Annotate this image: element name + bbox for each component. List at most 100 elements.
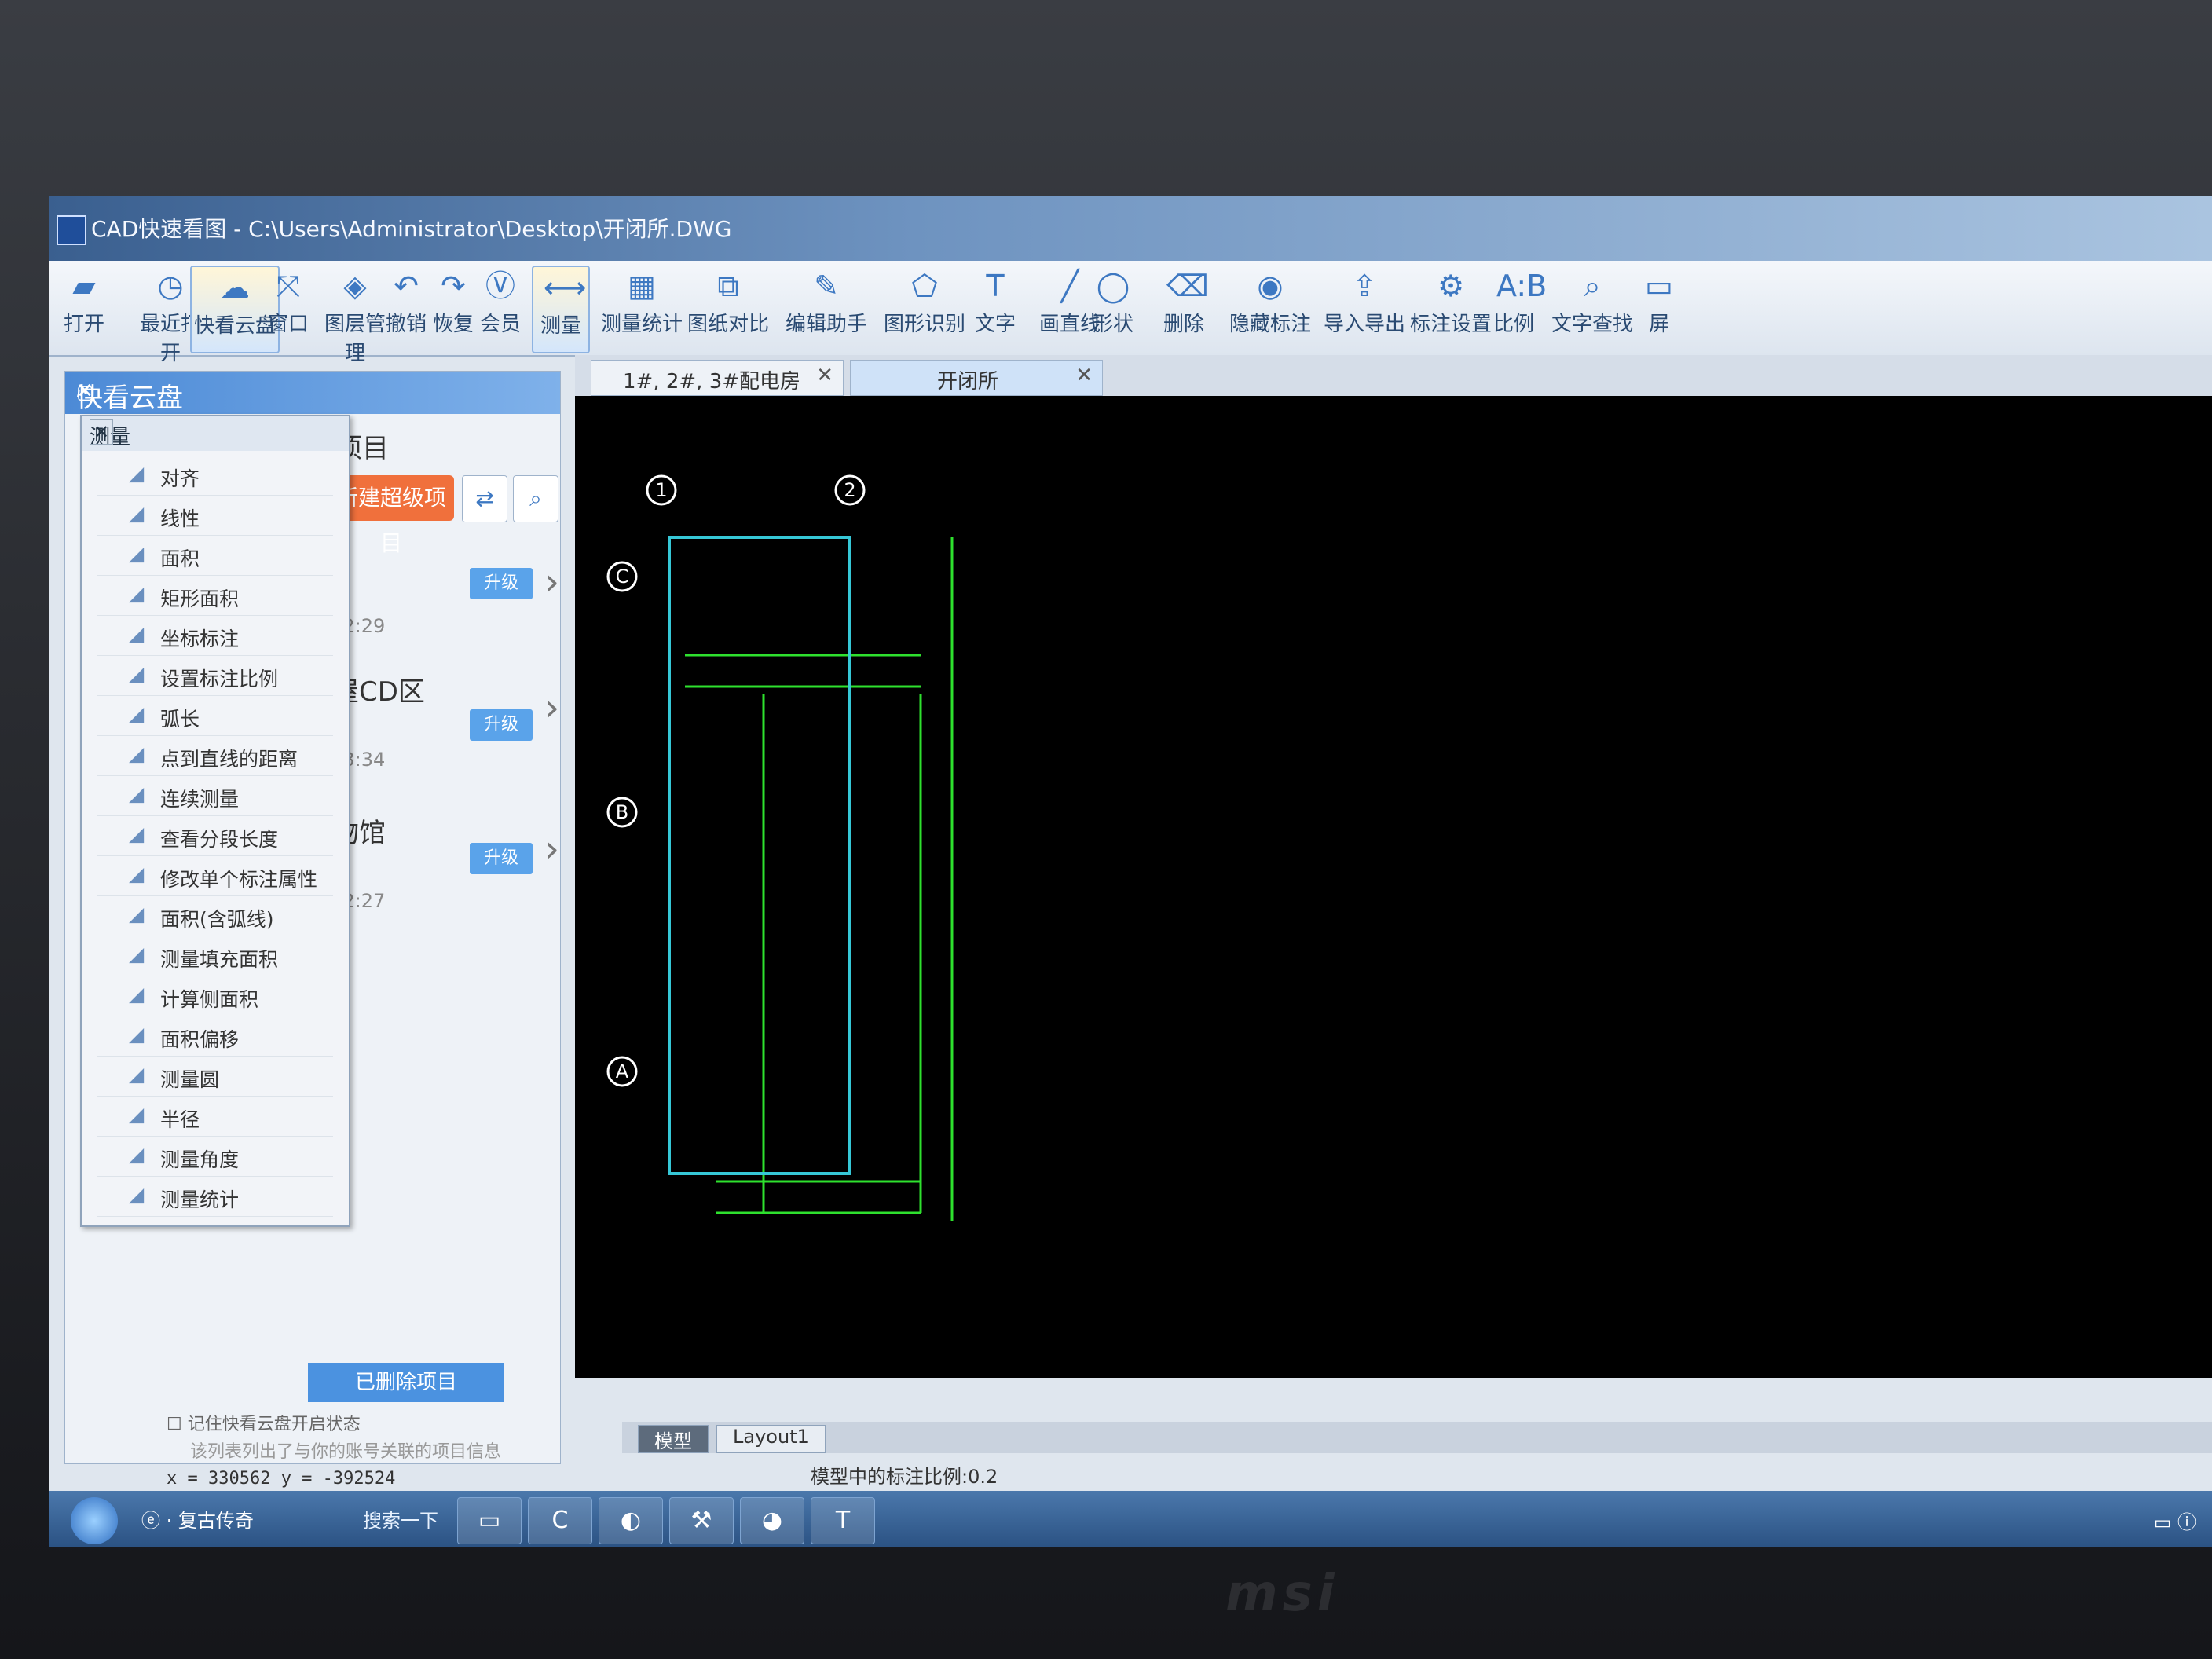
ribbon-button-23[interactable]: ▭ 屏: [1635, 266, 1683, 350]
tool-icon[interactable]: ⚒: [669, 1497, 734, 1544]
text-app-icon[interactable]: T: [811, 1497, 875, 1544]
ribbon-label: 编辑助手: [785, 313, 867, 336]
measure-menu-item[interactable]: ◢ 弧长: [97, 696, 333, 736]
tab-peidianfang[interactable]: 1#, 2#, 3#配电房 ✕: [591, 360, 844, 396]
ribbon-button-13[interactable]: ⬠ 图形识别: [881, 266, 968, 350]
measure-tool-icon: ◢: [129, 1063, 145, 1086]
measure-menu-item[interactable]: ◢ 测量角度: [97, 1137, 333, 1177]
measure-menu-item[interactable]: ◢ 计算侧面积: [97, 976, 333, 1016]
window-title: CAD快速看图 - C:\Users\Administrator\Desktop…: [91, 216, 732, 242]
tab-label: 开闭所: [937, 370, 999, 394]
ribbon-button-1[interactable]: ▰ 打开: [57, 266, 112, 350]
ribbon-label: 恢复: [432, 313, 474, 336]
find-text-icon: ⌕: [1584, 269, 1601, 303]
project-item[interactable]: 物馆 升级 :42:27 ›: [324, 811, 560, 937]
clock-icon: ◷: [157, 269, 184, 303]
measure-menu-item[interactable]: ◢ 设置标注比例: [97, 656, 333, 696]
ribbon-button-8[interactable]: Ⓥ 会员: [473, 266, 528, 350]
ribbon-button-11[interactable]: ⧉ 图纸对比: [685, 266, 771, 350]
measure-menu-item[interactable]: ◢ 坐标标注: [97, 616, 333, 656]
project-item[interactable]: 升级 :42:29 ›: [324, 529, 560, 654]
cad-app-icon[interactable]: C: [528, 1497, 592, 1544]
shape-recognize-icon: ⬠: [911, 269, 938, 303]
measure-menu-label: 设置标注比例: [160, 668, 279, 690]
taskbar-ie-item[interactable]: ⓔ · 复古传奇: [141, 1505, 254, 1533]
measure-menu-item[interactable]: ◢ 矩形面积: [97, 576, 333, 616]
measure-menu-item[interactable]: ◢ 半径: [97, 1097, 333, 1137]
ribbon-button-4[interactable]: ⤧ 窗口: [261, 266, 316, 350]
measure-menu-item[interactable]: ◢ 测量填充面积: [97, 936, 333, 976]
measure-menu-item[interactable]: ◢ 面积: [97, 536, 333, 576]
remember-checkbox[interactable]: ☐ 记住快看云盘开启状态: [167, 1410, 361, 1435]
close-icon[interactable]: ✕: [816, 364, 833, 387]
measure-menu-item[interactable]: ◢ 面积(含弧线): [97, 896, 333, 936]
upgrade-button[interactable]: 升级: [470, 843, 533, 874]
upgrade-button[interactable]: 升级: [470, 709, 533, 741]
ribbon-label: 文字查找: [1551, 313, 1633, 336]
ribbon-button-20[interactable]: ⚙ 标注设置: [1408, 266, 1494, 350]
close-icon[interactable]: ✕: [1075, 364, 1093, 387]
folder-icon: ▰: [72, 269, 96, 303]
measure-tool-icon: ◢: [129, 502, 145, 525]
tab-layout1[interactable]: Layout1: [716, 1425, 826, 1453]
document-tabs: 1#, 2#, 3#配电房 ✕ 开闭所 ✕: [575, 355, 2212, 396]
measure-menu-label: 半径: [160, 1108, 200, 1131]
cloud-icon: ☁: [220, 270, 250, 305]
measure-menu-item[interactable]: ◢ 修改单个标注属性: [97, 856, 333, 896]
measure-menu-label: 查看分段长度: [160, 828, 279, 851]
ribbon-button-21[interactable]: A:B 比例: [1486, 266, 1547, 350]
measure-menu-item[interactable]: ◢ 点到直线的距离: [97, 736, 333, 776]
vip-icon: Ⓥ: [485, 269, 515, 303]
chevron-right-icon[interactable]: ›: [544, 827, 559, 871]
ribbon-button-22[interactable]: ⌕ 文字查找: [1549, 266, 1635, 350]
upgrade-button[interactable]: 升级: [470, 568, 533, 599]
chevron-right-icon[interactable]: ›: [544, 560, 559, 604]
tab-kaibisuo[interactable]: 开闭所 ✕: [850, 360, 1103, 396]
drawing-canvas[interactable]: 1 2 C B A: [575, 396, 2212, 1378]
ribbon-label: 删除: [1163, 313, 1204, 336]
measure-tool-icon: ◢: [129, 742, 145, 765]
screen: CAD快速看图 - C:\Users\Administrator\Desktop…: [49, 196, 2212, 1547]
measure-menu-item[interactable]: ◢ 对齐: [97, 456, 333, 496]
measure-menu-label: 连续测量: [160, 788, 240, 811]
measure-tool-icon: ◢: [129, 822, 145, 845]
measure-tool-icon: ◢: [129, 983, 145, 1005]
ribbon-button-17[interactable]: ⌫ 删除: [1156, 266, 1211, 350]
measure-menu-label: 面积: [160, 548, 200, 570]
close-icon[interactable]: ✕: [90, 419, 113, 445]
measure-menu-item[interactable]: ◢ 连续测量: [97, 776, 333, 816]
search-icon[interactable]: ⌕: [513, 475, 558, 522]
start-button[interactable]: [71, 1497, 118, 1544]
ribbon-label: 比例: [1492, 313, 1534, 336]
measure-menu-item[interactable]: ◢ 面积偏移: [97, 1016, 333, 1057]
status-bar: 模型中的标注比例:0.2: [575, 1453, 2212, 1491]
taskbar-search[interactable]: 搜索一下: [363, 1505, 438, 1533]
ribbon-button-10[interactable]: ▦ 测量统计: [599, 266, 685, 350]
project-item[interactable]: 屋CD区 升级 :13:34 ›: [324, 670, 560, 796]
ribbon-button-16[interactable]: ◯ 形状: [1086, 266, 1141, 350]
chevron-right-icon[interactable]: ›: [544, 686, 559, 730]
system-tray[interactable]: ▭ ⓘ: [2154, 1507, 2196, 1534]
ribbon-button-14[interactable]: T 文字: [968, 266, 1023, 350]
tab-model[interactable]: 模型: [638, 1425, 709, 1453]
ribbon-button-18[interactable]: ◉ 隐藏标注: [1227, 266, 1313, 350]
grid-label-1: 1: [655, 479, 667, 501]
cad-drawing: 1 2 C B A: [606, 474, 954, 1221]
annotation-settings-icon: ⚙: [1437, 269, 1465, 303]
deleted-projects-button[interactable]: 已删除项目: [308, 1363, 504, 1402]
sync-icon[interactable]: ⇄: [462, 475, 507, 522]
ribbon-button-9[interactable]: ⟷ 测量: [532, 266, 590, 353]
measure-menu-item[interactable]: ◢ 测量圆: [97, 1057, 333, 1097]
browser-icon[interactable]: ◐: [599, 1497, 663, 1544]
measure-menu-item[interactable]: ◢ 测量统计: [97, 1177, 333, 1217]
explorer-icon[interactable]: ▭: [457, 1497, 522, 1544]
measure-tool-icon: ◢: [129, 782, 145, 805]
wechat-icon[interactable]: ◕: [740, 1497, 804, 1544]
close-icon[interactable]: ✕: [76, 379, 548, 403]
ribbon-button-12[interactable]: ✎ 编辑助手: [771, 266, 881, 350]
eraser-icon: ⌫: [1166, 269, 1209, 303]
measure-menu-item[interactable]: ◢ 查看分段长度: [97, 816, 333, 856]
measure-menu-item[interactable]: ◢ 线性: [97, 496, 333, 536]
ribbon-button-19[interactable]: ⇪ 导入导出: [1321, 266, 1408, 350]
measure-menu-label: 测量填充面积: [160, 948, 279, 971]
